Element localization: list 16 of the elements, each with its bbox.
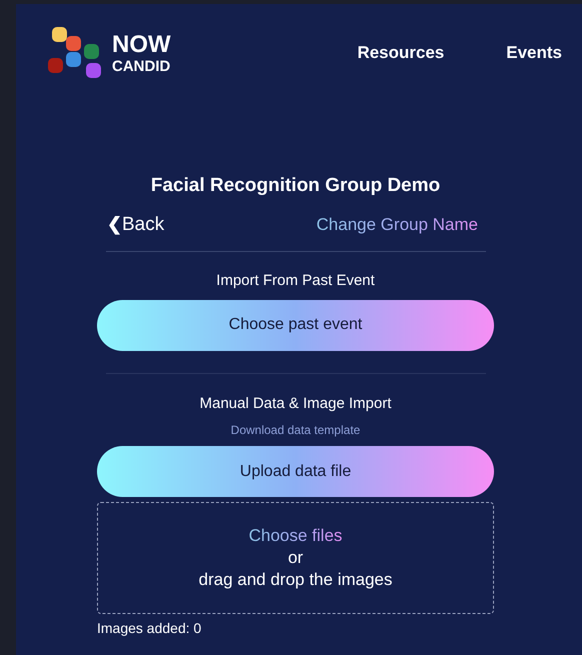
back-link[interactable]: ❮Back bbox=[107, 210, 164, 239]
upload-data-file-button[interactable]: Upload data file bbox=[97, 446, 494, 497]
nav-link[interactable]: Events bbox=[506, 40, 562, 66]
brand-subtitle: CANDID bbox=[112, 58, 171, 74]
brand-name: NOW bbox=[112, 32, 171, 56]
section-heading: Import From Past Event bbox=[216, 271, 375, 291]
nav-link[interactable]: Resources bbox=[357, 40, 444, 66]
images-added-count: Images added: 0 bbox=[97, 619, 202, 638]
section-heading: Manual Data & Image Import bbox=[200, 394, 392, 414]
logo-icon bbox=[46, 25, 104, 81]
choose-past-event-button[interactable]: Choose past event bbox=[97, 300, 494, 350]
drop-hint: drag and drop the images bbox=[198, 569, 392, 591]
or-text: or bbox=[288, 547, 304, 569]
download-template-link[interactable]: Download data template bbox=[230, 421, 360, 439]
drop-zone[interactable]: Choose files or drag and drop the images bbox=[97, 502, 494, 614]
page-title: Facial Recognition Group Demo bbox=[150, 174, 440, 198]
